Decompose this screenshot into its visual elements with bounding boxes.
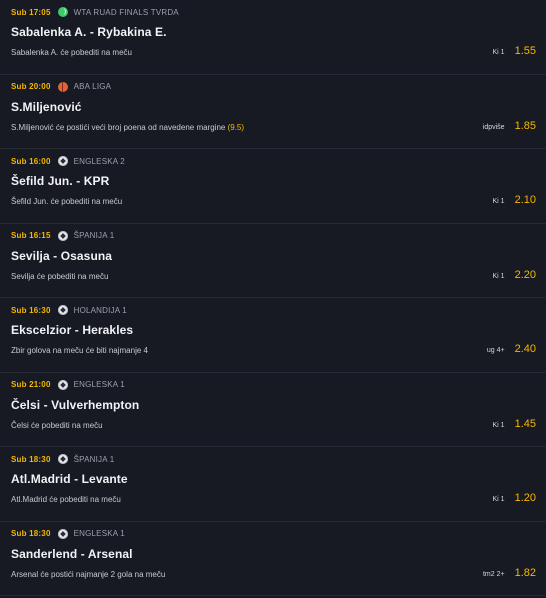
bet-tip: Ki 1 <box>492 49 505 56</box>
bet-description: Šefild Jun. će pobediti na meču <box>11 197 122 206</box>
bet-meta: Sub 16:15 ŠPANIJA 1 <box>11 230 115 241</box>
league-name: HOLANDIJA 1 <box>73 305 127 315</box>
bet-description-text: Atl.Madrid će pobediti na meču <box>11 495 121 504</box>
bet-description: Sabalenka A. će pobediti na meču <box>11 48 132 57</box>
bet-description-text: Šefild Jun. će pobediti na meču <box>11 197 123 206</box>
bet-item[interactable]: Sub 16:00 ENGLESKA 2 Šefild Jun. - KPR Š… <box>0 149 546 224</box>
odds-group[interactable]: Ki 1 1.45 <box>493 418 536 430</box>
league-name: ABA LIGA <box>73 82 112 91</box>
match-title: Atl.Madrid - Levante <box>11 472 128 486</box>
bet-description-text: Sevilja će pobediti na meču <box>11 271 109 281</box>
match-title: Sabalenka A. - Rybakina E. <box>11 25 167 39</box>
match-time: Sub 16:00 <box>11 156 51 166</box>
match-time: Sub 16:15 <box>11 231 51 240</box>
match-time: Sub 21:00 <box>11 380 51 389</box>
league-name: WTA RUAD FINALS TVRDA <box>73 7 179 17</box>
league-name: ŠPANIJA 1 <box>73 454 115 464</box>
bet-description-text: S.Miljenović će postići veći broj poena … <box>11 122 226 132</box>
bet-description: Čelsi će pobediti na meču <box>11 421 103 430</box>
bet-odd: 1.20 <box>514 492 536 504</box>
bet-description: Sevilja će pobediti na meču <box>11 272 108 281</box>
football-icon <box>57 454 68 464</box>
bet-tip: tm2 2+ <box>482 570 505 578</box>
football-icon <box>57 305 68 315</box>
bet-odd: 1.45 <box>514 417 536 430</box>
bet-tip: Ki 1 <box>492 496 505 503</box>
odds-group[interactable]: Ki 1 1.55 <box>493 45 536 57</box>
match-time: Sub 18:30 <box>11 454 51 464</box>
bet-item[interactable]: Sub 21:00 ENGLESKA 1 Čelsi - Vulverhempt… <box>0 373 546 447</box>
odds-group[interactable]: Ki 1 2.20 <box>493 269 536 281</box>
football-icon <box>57 379 68 390</box>
bet-meta: Sub 21:00 ENGLESKA 1 <box>11 379 125 390</box>
bet-item[interactable]: Sub 18:30 ENGLESKA 1 Sanderlend - Arsena… <box>0 522 546 596</box>
bet-margin-highlight: (9.5) <box>227 122 245 132</box>
league-name: ŠPANIJA 1 <box>73 231 115 240</box>
bet-description: Arsenal će postići najmanje 2 gola na me… <box>11 570 165 579</box>
football-icon <box>57 230 68 241</box>
bet-description-text: Arsenal će postići najmanje 2 gola na me… <box>11 569 166 579</box>
bet-odd: 1.55 <box>514 45 536 57</box>
tennis-ball-icon <box>57 7 68 17</box>
bet-item[interactable]: Sub 18:30 ŠPANIJA 1 Atl.Madrid - Levante… <box>0 447 546 522</box>
bet-description: Atl.Madrid će pobediti na meču <box>11 495 121 504</box>
bet-tip: Ki 1 <box>492 198 505 205</box>
bet-meta: Sub 18:30 ENGLESKA 1 <box>11 528 125 539</box>
bet-tip: ug 4+ <box>486 347 505 354</box>
bet-description: Zbir golova na meču će biti najmanje 4 <box>11 346 148 355</box>
bet-odd: 1.85 <box>514 119 536 132</box>
football-icon <box>57 156 68 166</box>
match-time: Sub 17:05 <box>11 7 51 17</box>
bet-tip: idpviše <box>482 123 505 131</box>
match-time: Sub 20:00 <box>11 82 51 91</box>
league-name: ENGLESKA 1 <box>73 529 125 538</box>
bet-meta: Sub 16:00 ENGLESKA 2 <box>11 156 125 166</box>
bet-meta: Sub 17:05 WTA RUAD FINALS TVRDA <box>11 7 179 17</box>
bet-odd: 2.20 <box>514 268 536 281</box>
bet-description-text: Čelsi će pobediti na meču <box>11 420 103 430</box>
bet-meta: Sub 20:00 ABA LIGA <box>11 81 112 92</box>
football-icon <box>57 528 68 539</box>
bet-tip: Ki 1 <box>492 272 505 280</box>
basketball-icon <box>57 81 68 92</box>
bet-odd: 2.10 <box>514 194 536 206</box>
odds-group[interactable]: Ki 1 2.10 <box>493 194 536 206</box>
bet-list: Sub 17:05 WTA RUAD FINALS TVRDA Sabalenk… <box>0 0 546 596</box>
bet-item[interactable]: Sub 16:30 HOLANDIJA 1 Ekscelzior - Herak… <box>0 298 546 373</box>
bet-odd: 2.40 <box>514 343 536 355</box>
match-time: Sub 16:30 <box>11 305 51 315</box>
match-title: Ekscelzior - Herakles <box>11 323 134 337</box>
odds-group[interactable]: idpviše 1.85 <box>483 120 536 132</box>
bet-tip: Ki 1 <box>492 421 505 429</box>
match-title: S.Miljenović <box>11 99 82 114</box>
league-name: ENGLESKA 1 <box>73 380 125 389</box>
odds-group[interactable]: Ki 1 1.20 <box>493 492 536 504</box>
match-title: Sevilja - Osasuna <box>11 248 113 263</box>
odds-group[interactable]: ug 4+ 2.40 <box>487 343 536 355</box>
bet-description-text: Zbir golova na meču će biti najmanje 4 <box>11 346 148 355</box>
odds-group[interactable]: tm2 2+ 1.82 <box>483 567 536 579</box>
bet-description-text: Sabalenka A. će pobediti na meču <box>11 48 132 57</box>
match-title: Šefild Jun. - KPR <box>11 174 110 188</box>
bet-item[interactable]: Sub 20:00 ABA LIGA S.Miljenović S.Miljen… <box>0 75 546 149</box>
bet-description: S.Miljenović će postići veći broj poena … <box>11 123 244 132</box>
league-name: ENGLESKA 2 <box>73 156 125 166</box>
bet-item[interactable]: Sub 17:05 WTA RUAD FINALS TVRDA Sabalenk… <box>0 0 546 75</box>
bet-meta: Sub 18:30 ŠPANIJA 1 <box>11 454 114 464</box>
match-title: Sanderlend - Arsenal <box>11 546 133 561</box>
match-title: Čelsi - Vulverhempton <box>11 397 140 412</box>
bet-meta: Sub 16:30 HOLANDIJA 1 <box>11 305 127 315</box>
bet-item[interactable]: Sub 16:15 ŠPANIJA 1 Sevilja - Osasuna Se… <box>0 224 546 298</box>
match-time: Sub 18:30 <box>11 529 51 538</box>
bet-odd: 1.82 <box>514 566 536 579</box>
